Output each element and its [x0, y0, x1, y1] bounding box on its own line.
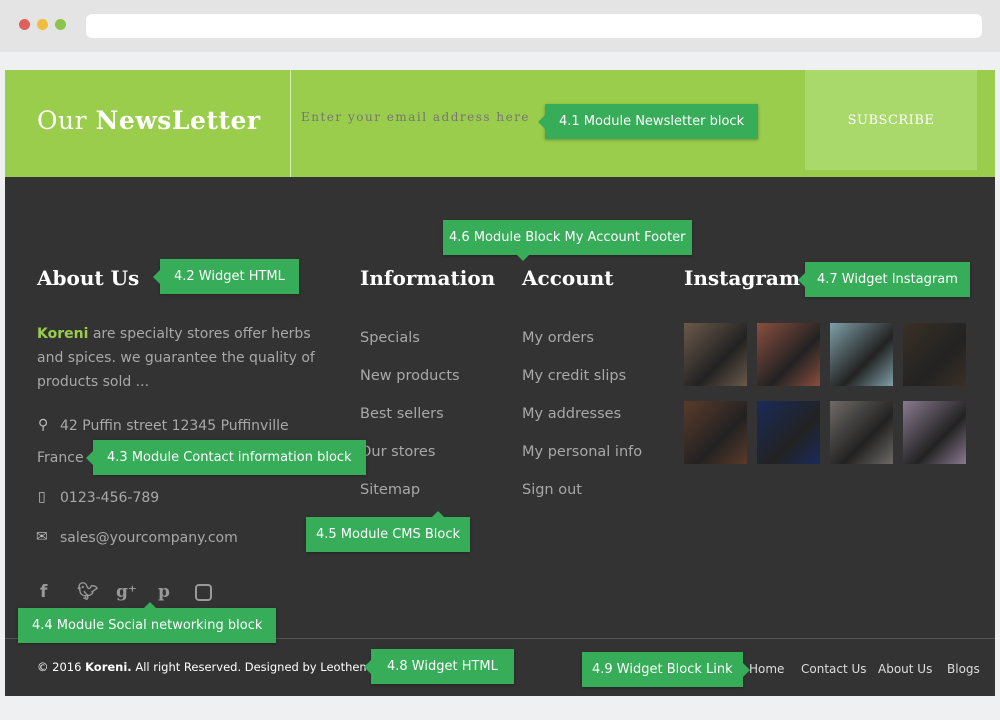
title-light: Our [37, 106, 88, 135]
instagram-photo[interactable] [903, 323, 966, 386]
footer-link-blogs[interactable]: Blogs [947, 662, 980, 676]
annotation-instagram: 4.7 Widget Instagram [798, 262, 970, 297]
info-link[interactable]: Specials [360, 330, 420, 346]
instagram-photo[interactable] [903, 401, 966, 464]
copyright-suffix: All right Reserved. Designed by Leotheme [131, 660, 378, 674]
instagram-photo[interactable] [830, 323, 893, 386]
about-heading: About Us [37, 266, 140, 290]
copyright-brand: Koreni. [85, 660, 132, 674]
browser-chrome [0, 0, 1000, 52]
account-heading: Account [522, 266, 614, 290]
twitter-icon[interactable]: 🐦︎ [77, 582, 99, 602]
instagram-photo[interactable] [684, 323, 747, 386]
footer-link-contact[interactable]: Contact Us [801, 662, 867, 676]
info-link[interactable]: New products [360, 368, 460, 384]
annotation-newsletter: 4.1 Module Newsletter block [537, 104, 759, 139]
info-link[interactable]: Best sellers [360, 406, 444, 422]
phone-icon: ▯ [38, 489, 46, 505]
footer-link-about[interactable]: About Us [878, 662, 932, 676]
subscribe-button[interactable]: SUBSCRIBE [805, 70, 977, 170]
close-dot[interactable] [19, 19, 30, 30]
email: sales@yourcompany.com [60, 530, 238, 546]
account-link[interactable]: My credit slips [522, 368, 626, 384]
info-link[interactable]: Our stores [360, 444, 435, 460]
account-link[interactable]: Sign out [522, 482, 582, 498]
instagram-photo[interactable] [684, 401, 747, 464]
facebook-icon[interactable]: f [40, 582, 47, 602]
copyright-prefix: © 2016 [37, 660, 86, 674]
annotation-contact: 4.3 Module Contact information block [86, 440, 366, 475]
pinterest-icon[interactable]: p [158, 582, 170, 602]
annotation-links: 4.9 Widget Block Link [582, 652, 750, 687]
account-link[interactable]: My orders [522, 330, 594, 346]
newsletter-block: Our NewsLetter SUBSCRIBE [5, 70, 995, 177]
newsletter-title: Our NewsLetter [37, 106, 261, 135]
maximize-dot[interactable] [55, 19, 66, 30]
instagram-heading: Instagram [684, 266, 800, 290]
divider [290, 70, 291, 177]
address-line2: France [37, 450, 84, 466]
info-link[interactable]: Sitemap [360, 482, 420, 498]
instagram-photo[interactable] [757, 401, 820, 464]
phone: 0123-456-789 [60, 490, 160, 506]
information-heading: Information [360, 266, 496, 290]
envelope-icon: ✉ [36, 529, 48, 545]
email-input[interactable] [301, 110, 541, 124]
map-pin-icon: ⚲ [38, 417, 49, 433]
google-plus-icon[interactable]: g⁺ [116, 582, 137, 602]
annotation-cms: 4.5 Module CMS Block [306, 511, 471, 552]
copyright: © 2016 Koreni. All right Reserved. Desig… [37, 660, 378, 674]
instagram-photo[interactable] [830, 401, 893, 464]
footer-link-home[interactable]: Home [749, 662, 784, 676]
annotation-copyright: 4.8 Widget HTML [364, 649, 514, 684]
brand: Koreni [37, 326, 89, 342]
minimize-dot[interactable] [37, 19, 48, 30]
account-link[interactable]: My personal info [522, 444, 642, 460]
account-link[interactable]: My addresses [522, 406, 621, 422]
about-description: Koreni are specialty stores offer herbs … [37, 322, 337, 394]
annotation-account: 4.6 Module Block My Account Footer [443, 220, 692, 261]
annotation-social: 4.4 Module Social networking block [18, 602, 277, 643]
annotation-about: 4.2 Widget HTML [153, 259, 299, 294]
instagram-icon[interactable] [195, 584, 212, 601]
title-bold: NewsLetter [95, 106, 261, 135]
address-line1: 42 Puffin street 12345 Puffinville [60, 418, 289, 434]
instagram-photo[interactable] [757, 323, 820, 386]
address-bar[interactable] [86, 14, 982, 38]
